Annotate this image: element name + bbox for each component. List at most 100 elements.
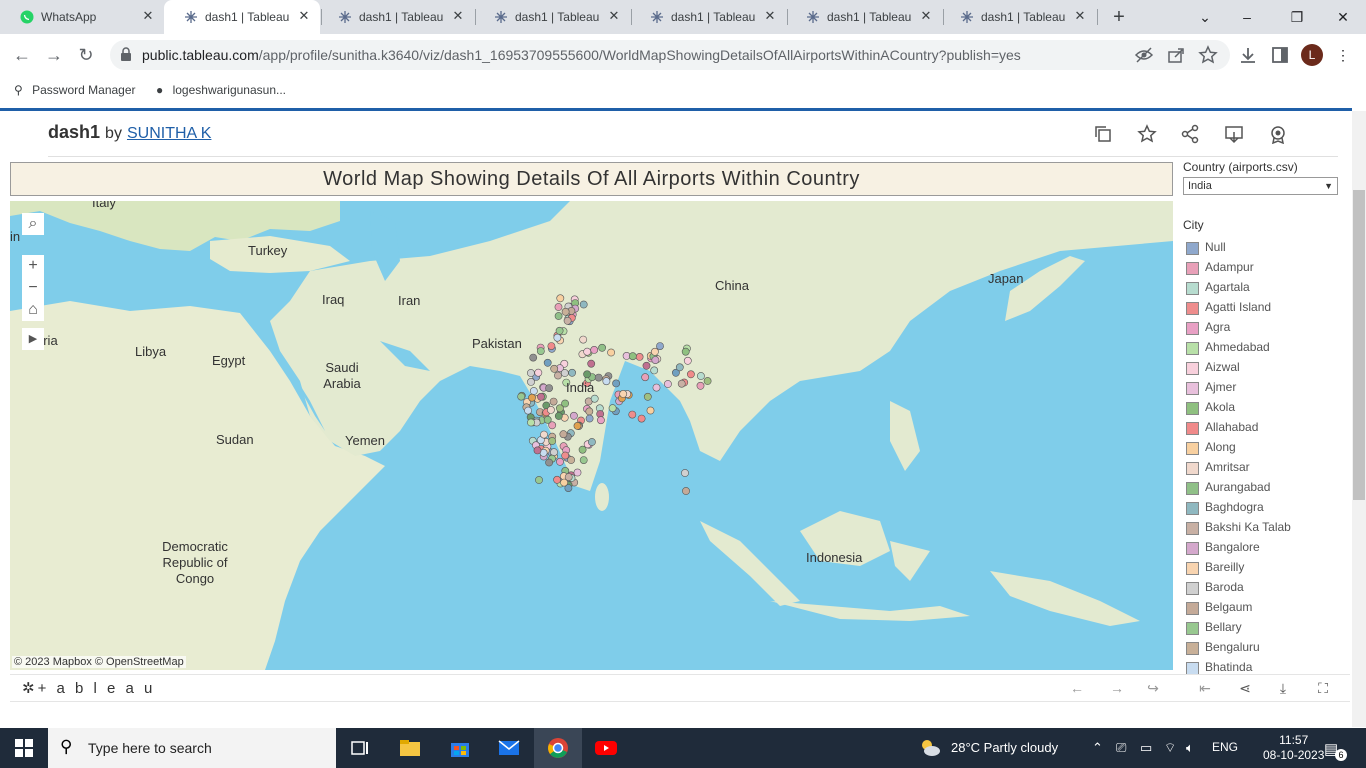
airport-marker[interactable] — [545, 384, 553, 392]
airport-marker[interactable] — [527, 369, 535, 377]
airport-marker[interactable] — [696, 381, 705, 390]
zoom-in-button[interactable]: + — [22, 255, 44, 277]
airport-marker[interactable] — [524, 406, 532, 415]
share-network-icon[interactable] — [1180, 124, 1200, 144]
zoom-out-button[interactable]: − — [22, 277, 44, 299]
profile-avatar[interactable]: L — [1301, 44, 1323, 66]
airport-marker[interactable] — [583, 370, 591, 379]
airport-marker[interactable] — [646, 406, 655, 415]
revert-all-icon[interactable]: ⇤ — [1196, 679, 1214, 697]
airport-marker[interactable] — [594, 373, 603, 382]
airport-marker[interactable] — [527, 377, 535, 386]
airport-marker[interactable] — [528, 393, 536, 402]
airport-marker[interactable] — [597, 416, 605, 425]
close-window-button[interactable]: ✕ — [1332, 6, 1354, 28]
airport-marker[interactable] — [637, 414, 646, 423]
scrollbar-thumb[interactable] — [1353, 190, 1365, 500]
airport-marker[interactable] — [681, 347, 690, 356]
airport-marker[interactable] — [651, 347, 659, 356]
minimize-button[interactable]: – — [1236, 6, 1258, 28]
airport-marker[interactable] — [559, 430, 568, 439]
badge-icon[interactable] — [1268, 124, 1288, 144]
favorite-star-icon[interactable] — [1137, 124, 1157, 144]
airport-marker[interactable] — [650, 366, 659, 375]
airport-marker[interactable] — [529, 353, 538, 362]
file-explorer-icon[interactable] — [398, 736, 422, 760]
revert-icon[interactable]: ↪ — [1144, 679, 1162, 697]
url-text[interactable]: public.tableau.com/app/profile/sunitha.k… — [142, 47, 1021, 63]
airport-marker[interactable] — [554, 303, 563, 311]
airport-marker[interactable] — [598, 343, 606, 352]
airport-marker[interactable] — [553, 475, 561, 484]
bookmark-github[interactable]: ● logeshwarigunasun... — [156, 83, 286, 97]
store-icon[interactable] — [448, 736, 472, 760]
airport-marker[interactable] — [585, 414, 594, 423]
browser-tab[interactable]: WhatsApp ✕ — [0, 0, 164, 34]
footer-share-icon[interactable]: ⋖ — [1236, 679, 1254, 697]
airport-marker[interactable] — [535, 476, 543, 484]
share-icon[interactable] — [1166, 45, 1186, 65]
download-icon[interactable] — [1238, 45, 1258, 65]
tray-network-devices-icon[interactable]: ⎚ — [1116, 740, 1126, 756]
airport-marker[interactable] — [554, 412, 563, 420]
airport-marker[interactable] — [564, 473, 573, 481]
windows-start-icon[interactable] — [12, 736, 36, 760]
airport-marker[interactable] — [612, 379, 620, 388]
reload-icon[interactable]: ↻ — [75, 44, 97, 66]
airport-marker[interactable] — [590, 394, 599, 403]
tab-search-icon[interactable]: ⌄ — [1194, 6, 1216, 28]
airport-marker[interactable] — [543, 358, 552, 367]
browser-tab[interactable]: dash1 | Tableau P ✕ — [474, 0, 630, 34]
airport-marker[interactable] — [652, 383, 661, 392]
airport-marker[interactable] — [579, 300, 588, 309]
bookmark-password-manager[interactable]: ⚲ Password Manager — [14, 83, 136, 97]
airport-marker[interactable] — [703, 377, 712, 385]
tab-close-icon[interactable]: ✕ — [606, 8, 622, 24]
airport-marker[interactable] — [536, 347, 545, 355]
tray-expand-icon[interactable]: ⌃ — [1092, 740, 1103, 756]
airport-marker[interactable] — [555, 326, 564, 335]
back-icon[interactable]: ← — [11, 44, 33, 66]
taskbar-search[interactable]: ⚲ Type here to search — [48, 728, 336, 768]
taskbar-clock[interactable]: 11:57 08-10-2023 — [1263, 733, 1324, 763]
airport-marker[interactable] — [607, 348, 615, 357]
airport-marker[interactable] — [602, 377, 611, 386]
airport-marker[interactable] — [628, 352, 637, 361]
chrome-icon[interactable] — [546, 736, 570, 760]
airport-marker[interactable] — [527, 418, 535, 427]
battery-icon[interactable]: ▭ — [1140, 740, 1152, 756]
youtube-icon[interactable] — [594, 736, 618, 760]
airport-marker[interactable] — [556, 457, 564, 466]
tab-close-icon[interactable]: ✕ — [140, 8, 156, 24]
copy-icon[interactable] — [1093, 124, 1113, 144]
airport-marker[interactable] — [549, 397, 558, 406]
tab-close-icon[interactable]: ✕ — [762, 8, 778, 24]
tab-close-icon[interactable]: ✕ — [296, 8, 312, 24]
airport-marker[interactable] — [583, 347, 592, 356]
tableau-logo[interactable]: ✲+ a b l e a u — [22, 679, 155, 697]
author-link[interactable]: SUNITHA K — [127, 125, 211, 142]
download-viz-icon[interactable] — [1224, 124, 1244, 144]
airport-marker[interactable] — [563, 316, 572, 325]
airport-marker[interactable] — [547, 405, 555, 414]
airport-marker[interactable] — [687, 370, 695, 379]
airport-marker[interactable] — [643, 392, 652, 401]
airport-marker[interactable] — [573, 468, 582, 477]
airport-marker[interactable] — [553, 333, 562, 342]
language-indicator[interactable]: ENG — [1212, 740, 1238, 754]
expand-toolbar-icon[interactable]: ▶ — [22, 328, 44, 350]
tab-close-icon[interactable]: ✕ — [918, 8, 934, 24]
airport-marker[interactable] — [550, 448, 558, 457]
bookmark-star-icon[interactable] — [1198, 45, 1218, 65]
volume-icon[interactable]: 🔈︎ — [1186, 740, 1194, 756]
airport-marker[interactable] — [554, 371, 562, 380]
map-search-icon[interactable]: ⌕ — [22, 213, 44, 235]
airport-marker[interactable] — [579, 335, 588, 344]
airport-marker[interactable] — [641, 373, 650, 382]
browser-tab[interactable]: dash1 | Tableau P ✕ — [164, 0, 320, 34]
airport-marker[interactable] — [642, 361, 651, 370]
airport-marker[interactable] — [547, 342, 556, 350]
country-filter-dropdown[interactable]: India ▼ — [1183, 177, 1338, 195]
airport-marker[interactable] — [570, 411, 578, 420]
airport-marker[interactable] — [628, 410, 637, 419]
